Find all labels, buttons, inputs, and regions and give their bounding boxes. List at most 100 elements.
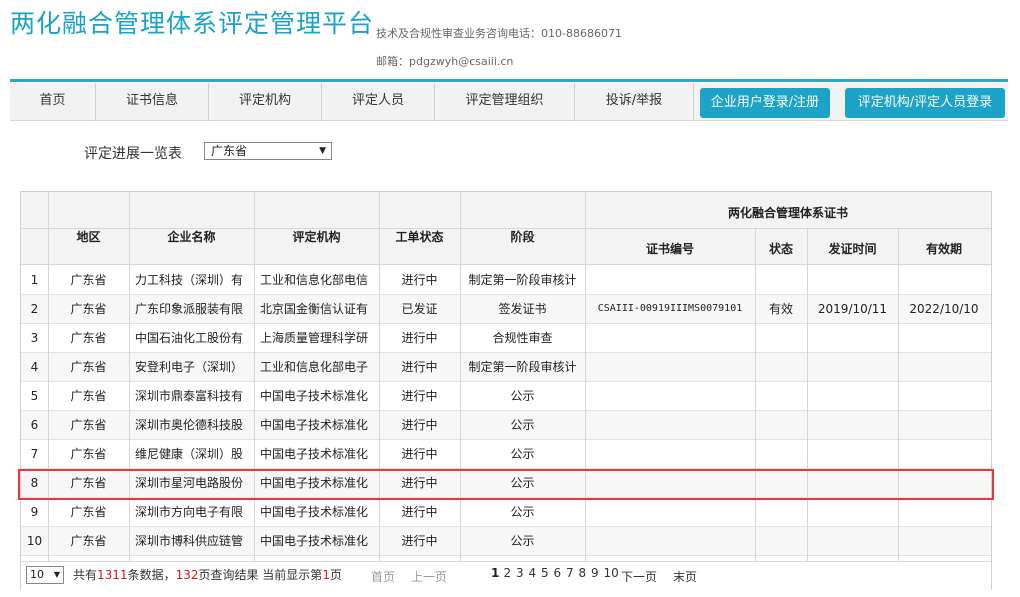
nav-personnel[interactable]: 评定人员 [322, 83, 435, 121]
page-size-select[interactable]: 10 ▼ [26, 566, 64, 584]
page-number-link[interactable]: 3 [516, 566, 524, 580]
cell-cert-status [755, 266, 807, 294]
cell-no: 10 [26, 534, 43, 548]
cell-agency: 中国电子技术标准化 [260, 447, 369, 461]
cell-company: 深圳市鼎泰富科技有 [135, 389, 244, 403]
cell-region: 广东省 [70, 302, 107, 316]
column-divider [585, 192, 586, 561]
site-title[interactable]: 两化融合管理体系评定管理平台 [10, 4, 374, 40]
table-row[interactable]: 5 广东省 深圳市鼎泰富科技有 中国电子技术标准化 进行中 公示 [21, 382, 991, 411]
table-row[interactable]: 4 广东省 安登利电子（深圳） 工业和信息化部电子 进行中 制定第一阶段审核计 [21, 353, 991, 382]
cell-valid-until [898, 353, 990, 381]
column-divider [129, 192, 130, 561]
table-row[interactable]: 6 广东省 深圳市奥伦德科技股 中国电子技术标准化 进行中 公示 [21, 411, 991, 440]
table-row[interactable]: 2 广东省 广东印象派服装有限 北京国金衡信认证有 已发证 签发证书 CSAIII-0091… [21, 295, 991, 324]
page-number-link[interactable]: 8 [579, 566, 587, 580]
cell-agency: 工业和信息化部电信 [260, 273, 369, 287]
table-row[interactable]: 10 广东省 深圳市博科供应链管 中国电子技术标准化 进行中 公示 [21, 527, 991, 556]
cell-no: 5 [30, 389, 39, 403]
cell-cert-status [755, 498, 807, 526]
nav-agencies[interactable]: 评定机构 [209, 83, 322, 121]
contact-phone: 技术及合规性审查业务咨询电话：010-88686071 [376, 27, 622, 40]
table-row[interactable]: 7 广东省 维尼健康（深圳）股 中国电子技术标准化 进行中 公示 [21, 440, 991, 469]
page-number-link[interactable]: 1 [491, 566, 499, 580]
site-header: 两化融合管理体系评定管理平台 技术及合规性审查业务咨询电话：010-886860… [0, 0, 1020, 82]
cell-cert-status: 有效 [768, 302, 793, 316]
cell-agency: 工业和信息化部电子 [260, 360, 369, 374]
contact-email: 邮箱：pdgzwyh@csaiii.cn [376, 55, 514, 68]
cell-agency: 中国电子技术标准化 [260, 389, 369, 403]
nav-home[interactable]: 首页 [10, 83, 96, 121]
cell-no: 7 [30, 447, 39, 461]
table-row[interactable]: 9 广东省 深圳市方向电子有限 中国电子技术标准化 进行中 公示 [21, 498, 991, 527]
cell-no: 4 [30, 360, 39, 374]
page-number-link[interactable]: 10 [604, 566, 619, 580]
cell-agency: 中国电子技术标准化 [260, 505, 369, 519]
filter-label: 评定进展一览表 [84, 146, 182, 162]
column-divider [460, 192, 461, 561]
cell-no: 9 [30, 505, 39, 519]
cell-region: 广东省 [70, 360, 107, 374]
cell-no: 3 [30, 331, 39, 345]
prev-page-link[interactable]: 上一页 [411, 568, 447, 585]
dropdown-arrow-icon: ▼ [319, 146, 326, 156]
cell-cert-no: CSAIII-00919IIIMS0079101 [597, 303, 743, 314]
column-divider [807, 229, 808, 561]
cell-company: 中国石油化工股份有 [135, 331, 244, 345]
table-row[interactable]: 1 广东省 力工科技（深圳）有 工业和信息化部电信 进行中 制定第一阶段审核计 [21, 266, 991, 295]
cell-no: 6 [30, 418, 39, 432]
col-region-header: 地区 [76, 230, 101, 244]
cell-stage: 公示 [510, 389, 535, 403]
col-company-header: 企业名称 [167, 230, 216, 244]
column-divider [755, 229, 756, 561]
cell-issue-date [807, 527, 898, 555]
page-number-link[interactable]: 2 [504, 566, 512, 580]
total-pages: 132 [175, 568, 199, 582]
cell-cert-status [755, 382, 807, 410]
total-records: 1311 [97, 568, 128, 582]
current-suffix: 页 [329, 568, 342, 582]
page-number-link[interactable]: 4 [529, 566, 537, 580]
cell-status: 进行中 [401, 447, 438, 461]
cell-cert-no [585, 382, 755, 410]
last-page-link[interactable]: 末页 [673, 568, 697, 585]
cell-issue-date [807, 382, 898, 410]
page-number-link[interactable]: 6 [554, 566, 562, 580]
cell-cert-status [755, 353, 807, 381]
current-page: 1 [322, 568, 330, 582]
page-number-link[interactable]: 5 [541, 566, 549, 580]
col-valid-until-header: 有效期 [925, 242, 962, 256]
cell-region: 广东省 [70, 505, 107, 519]
cell-issue-date [807, 353, 898, 381]
page-number-link[interactable]: 7 [566, 566, 574, 580]
cell-status: 进行中 [401, 418, 438, 432]
col-status-header: 工单状态 [395, 230, 444, 244]
cell-agency: 中国电子技术标准化 [260, 418, 369, 432]
cell-valid-until [898, 440, 990, 468]
table-row[interactable]: 3 广东省 中国石油化工股份有 上海质量管理科学研 进行中 合规性审查 [21, 324, 991, 353]
cell-agency: 中国电子技术标准化 [260, 534, 369, 548]
cell-region: 广东省 [70, 331, 107, 345]
cell-agency: 上海质量管理科学研 [260, 331, 369, 345]
cell-company: 安登利电子（深圳） [135, 360, 244, 374]
nav-certificates[interactable]: 证书信息 [96, 83, 209, 121]
page-number-link[interactable]: 9 [591, 566, 599, 580]
agency-login-button[interactable]: 评定机构/评定人员登录 [845, 88, 1005, 118]
pagination-summary: 共有1311条数据，132页查询结果 当前显示第1页 [73, 566, 342, 583]
province-select-value: 广东省 [211, 144, 248, 158]
cell-cert-status [755, 527, 807, 555]
cell-stage: 公示 [510, 418, 535, 432]
cell-stage: 制定第一阶段审核计 [468, 360, 577, 374]
nav-management-org[interactable]: 评定管理组织 [435, 83, 575, 121]
enterprise-login-button[interactable]: 企业用户登录/注册 [700, 88, 830, 118]
cell-stage: 合规性审查 [492, 331, 553, 345]
cell-company: 维尼健康（深圳）股 [135, 447, 244, 461]
cell-status: 进行中 [401, 360, 438, 374]
province-select[interactable]: 广东省 ▼ [204, 142, 332, 160]
cell-company: 深圳市奥伦德科技股 [135, 418, 244, 432]
col-issue-date-header: 发证时间 [828, 242, 877, 256]
next-page-link[interactable]: 下一页 [621, 568, 657, 585]
cell-cert-status [755, 411, 807, 439]
nav-complaints[interactable]: 投诉/举报 [575, 83, 694, 121]
first-page-link[interactable]: 首页 [371, 568, 395, 585]
